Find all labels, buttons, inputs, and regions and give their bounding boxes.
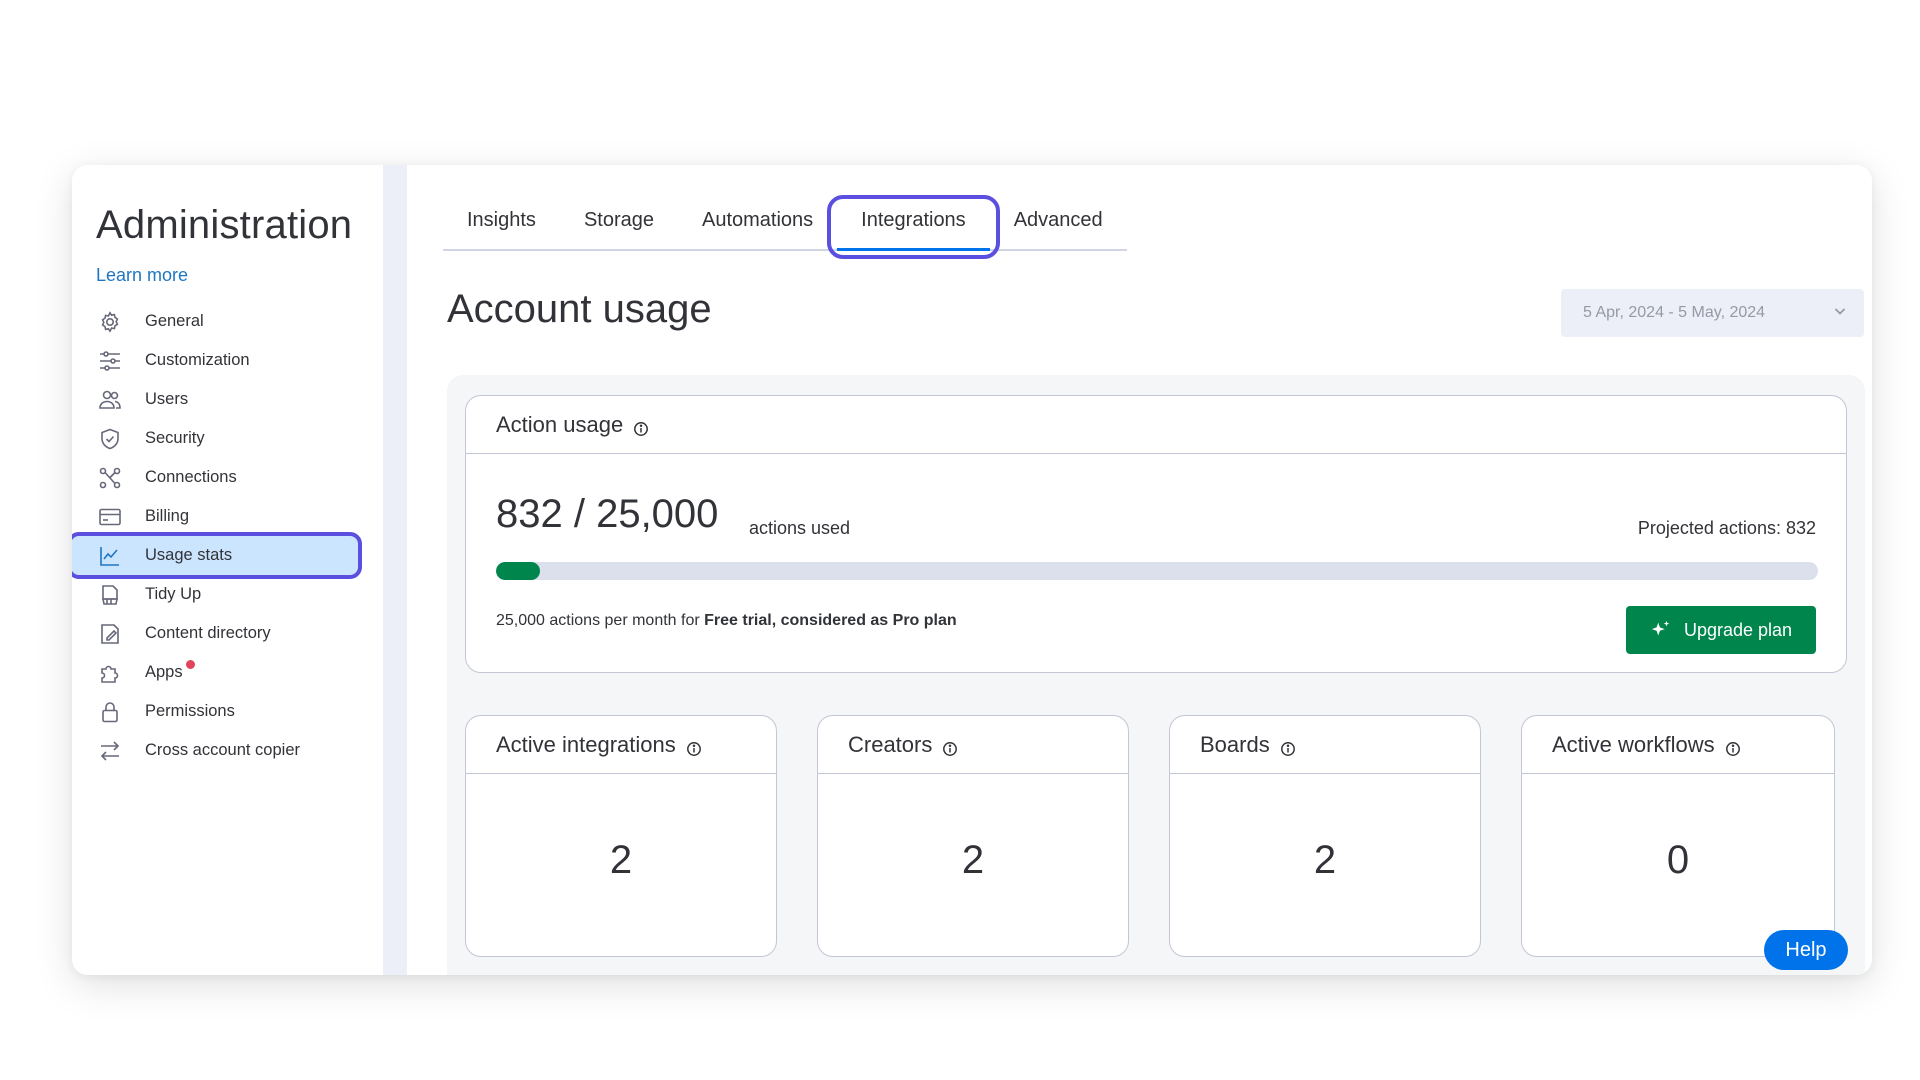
sidebar-item-billing[interactable]: Billing xyxy=(92,497,362,536)
usage-progress-fill xyxy=(496,562,541,580)
sparkle-icon xyxy=(1651,620,1670,636)
date-range-value: 5 Apr, 2024 - 5 May, 2024 xyxy=(1583,304,1766,321)
info-icon[interactable] xyxy=(1725,737,1741,756)
sidebar-item-usage-stats[interactable]: Usage stats xyxy=(72,532,362,579)
usage-count: 832 / 25,000 xyxy=(496,492,719,536)
puzzle-icon xyxy=(97,660,123,686)
card-header: Active workflows xyxy=(1522,716,1834,774)
tab-advanced[interactable]: Advanced xyxy=(990,205,1127,249)
broom-icon xyxy=(97,582,123,608)
chevron-down-icon xyxy=(1832,303,1848,324)
tab-automations[interactable]: Automations xyxy=(678,205,837,249)
card-title: Active workflows xyxy=(1552,731,1715,757)
plan-name: Free trial, considered as Pro plan xyxy=(704,612,957,629)
usage-unit: actions used xyxy=(749,518,851,538)
sidebar-item-label: General xyxy=(145,312,204,330)
sidebar-item-label: Security xyxy=(145,429,205,447)
sidebar-item-label: Tidy Up xyxy=(145,585,202,603)
card-title: Action usage xyxy=(496,411,624,437)
usage-panel: Action usage 832 / 25,000 actions used P… xyxy=(447,375,1865,975)
connections-icon xyxy=(97,465,123,491)
notification-dot xyxy=(185,660,195,669)
action-usage-card: Action usage 832 / 25,000 actions used P… xyxy=(465,395,1847,673)
sidebar-item-label: Users xyxy=(145,390,189,408)
sidebar-item-label: Usage stats xyxy=(145,546,233,564)
credit-card-icon xyxy=(97,504,123,530)
sidebar-item-permissions[interactable]: Permissions xyxy=(92,692,362,731)
card-header: Active integrations xyxy=(466,716,776,774)
stat-card-active-integrations: Active integrations 2 xyxy=(465,715,777,957)
sidebar-item-label: Billing xyxy=(145,507,190,525)
sidebar-item-label: Cross account copier xyxy=(145,741,300,759)
projected-actions: Projected actions: 832 xyxy=(1637,518,1816,538)
stat-card-active-workflows: Active workflows 0 xyxy=(1521,715,1835,957)
sidebar-title: Administration xyxy=(96,203,353,247)
tab-integrations[interactable]: Integrations xyxy=(827,195,1000,259)
learn-more-link[interactable]: Learn more xyxy=(96,265,188,286)
info-icon[interactable] xyxy=(686,737,702,756)
date-range-dropdown[interactable]: 5 Apr, 2024 - 5 May, 2024 xyxy=(1561,289,1864,337)
card-title: Active integrations xyxy=(496,731,676,757)
upgrade-plan-button[interactable]: Upgrade plan xyxy=(1626,606,1816,654)
help-button[interactable]: Help xyxy=(1764,930,1848,970)
plan-description: 25,000 actions per month for Free trial,… xyxy=(496,612,957,630)
info-icon[interactable] xyxy=(942,737,958,756)
sliders-icon xyxy=(97,348,123,374)
card-header: Boards xyxy=(1170,716,1480,774)
card-header: Action usage xyxy=(466,396,1846,454)
stat-value: 2 xyxy=(1313,838,1337,882)
tab-bar: Insights Storage Automations Integration… xyxy=(443,195,1127,259)
sidebar-item-label: Connections xyxy=(145,468,237,486)
sidebar: Administration Learn more General Custom… xyxy=(72,165,383,975)
sidebar-item-general[interactable]: General xyxy=(92,302,362,341)
card-header: Creators xyxy=(818,716,1128,774)
admin-window: Administration Learn more General Custom… xyxy=(72,165,1872,975)
main-content: Insights Storage Automations Integration… xyxy=(407,165,1872,975)
plan-prefix: 25,000 actions per month for xyxy=(496,612,705,629)
stat-value: 0 xyxy=(1666,838,1690,882)
card-title: Creators xyxy=(848,731,933,757)
gear-icon xyxy=(97,309,123,335)
sidebar-item-tidy-up[interactable]: Tidy Up xyxy=(92,575,362,614)
line-chart-icon xyxy=(97,543,123,569)
sidebar-item-label: Permissions xyxy=(145,702,235,720)
info-icon[interactable] xyxy=(1280,737,1296,756)
sidebar-item-content-directory[interactable]: Content directory xyxy=(92,614,362,653)
sidebar-item-label: Content directory xyxy=(145,624,271,642)
users-icon xyxy=(97,387,123,413)
content-directory-icon xyxy=(97,621,123,647)
upgrade-plan-label: Upgrade plan xyxy=(1683,619,1793,640)
sidebar-item-customization[interactable]: Customization xyxy=(92,341,362,380)
card-title: Boards xyxy=(1200,731,1270,757)
swap-arrows-icon xyxy=(97,738,123,764)
sidebar-item-users[interactable]: Users xyxy=(92,380,362,419)
stat-card-creators: Creators 2 xyxy=(817,715,1129,957)
info-icon[interactable] xyxy=(633,417,649,436)
sidebar-item-cross-account-copier[interactable]: Cross account copier xyxy=(92,731,362,770)
sidebar-item-apps[interactable]: Apps xyxy=(92,653,362,692)
lock-icon xyxy=(97,699,123,725)
stat-value: 2 xyxy=(609,838,633,882)
sidebar-divider xyxy=(383,165,407,975)
sidebar-nav: General Customization Users Security Con… xyxy=(72,302,362,770)
tab-storage[interactable]: Storage xyxy=(560,205,678,249)
tab-insights[interactable]: Insights xyxy=(443,205,560,249)
usage-progress-bar xyxy=(496,562,1818,580)
page-title: Account usage xyxy=(447,287,712,331)
sidebar-item-label: Apps xyxy=(145,663,183,681)
stat-value: 2 xyxy=(961,838,985,882)
sidebar-item-label: Customization xyxy=(145,351,250,369)
sidebar-item-connections[interactable]: Connections xyxy=(92,458,362,497)
shield-icon xyxy=(97,426,123,452)
stat-card-boards: Boards 2 xyxy=(1169,715,1481,957)
sidebar-item-security[interactable]: Security xyxy=(92,419,362,458)
